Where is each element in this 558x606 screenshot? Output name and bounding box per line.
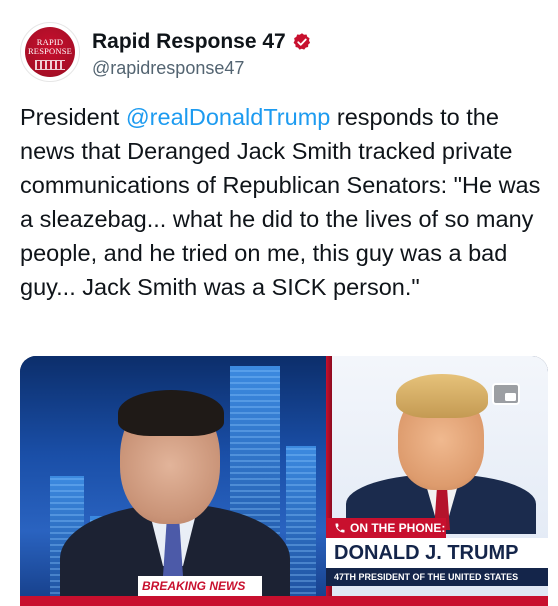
chyron-name: DONALD J. TRUMP [326, 538, 548, 568]
avatar-logo: RAPID RESPONSE [25, 27, 75, 77]
display-name[interactable]: Rapid Response 47 [92, 30, 286, 54]
verified-badge-icon [293, 33, 310, 50]
tweet-text-after: responds to the news that Deranged Jack … [20, 104, 541, 300]
phone-icon [335, 523, 345, 533]
white-house-icon [35, 60, 65, 70]
anchor-hair [118, 390, 224, 436]
on-the-phone-label: ON THE PHONE: [326, 518, 446, 538]
building [286, 446, 316, 606]
handle[interactable]: @rapidresponse47 [92, 58, 244, 79]
tweet-header: RAPID RESPONSE Rapid Response 47 @rapidr… [20, 22, 540, 82]
tweet-text-before: President [20, 104, 126, 130]
media-image[interactable]: BREAKING NEWS ON THE PHONE: DONALD J. TR… [20, 356, 548, 606]
on-the-phone-text: ON THE PHONE: [350, 521, 446, 535]
tweet-text: President @realDonaldTrump responds to t… [20, 100, 545, 304]
picture-in-picture-icon[interactable] [490, 378, 522, 410]
name-row: Rapid Response 47 [92, 30, 312, 54]
city-background: BREAKING NEWS [20, 356, 326, 606]
breaking-news-label: BREAKING NEWS [138, 576, 262, 596]
avatar[interactable]: RAPID RESPONSE [20, 22, 80, 82]
mention-link[interactable]: @realDonaldTrump [126, 104, 331, 130]
portrait-hair [396, 374, 488, 418]
chyron-title: 47TH PRESIDENT OF THE UNITED STATES [326, 568, 548, 586]
avatar-logo-text: RAPID RESPONSE [27, 37, 73, 56]
